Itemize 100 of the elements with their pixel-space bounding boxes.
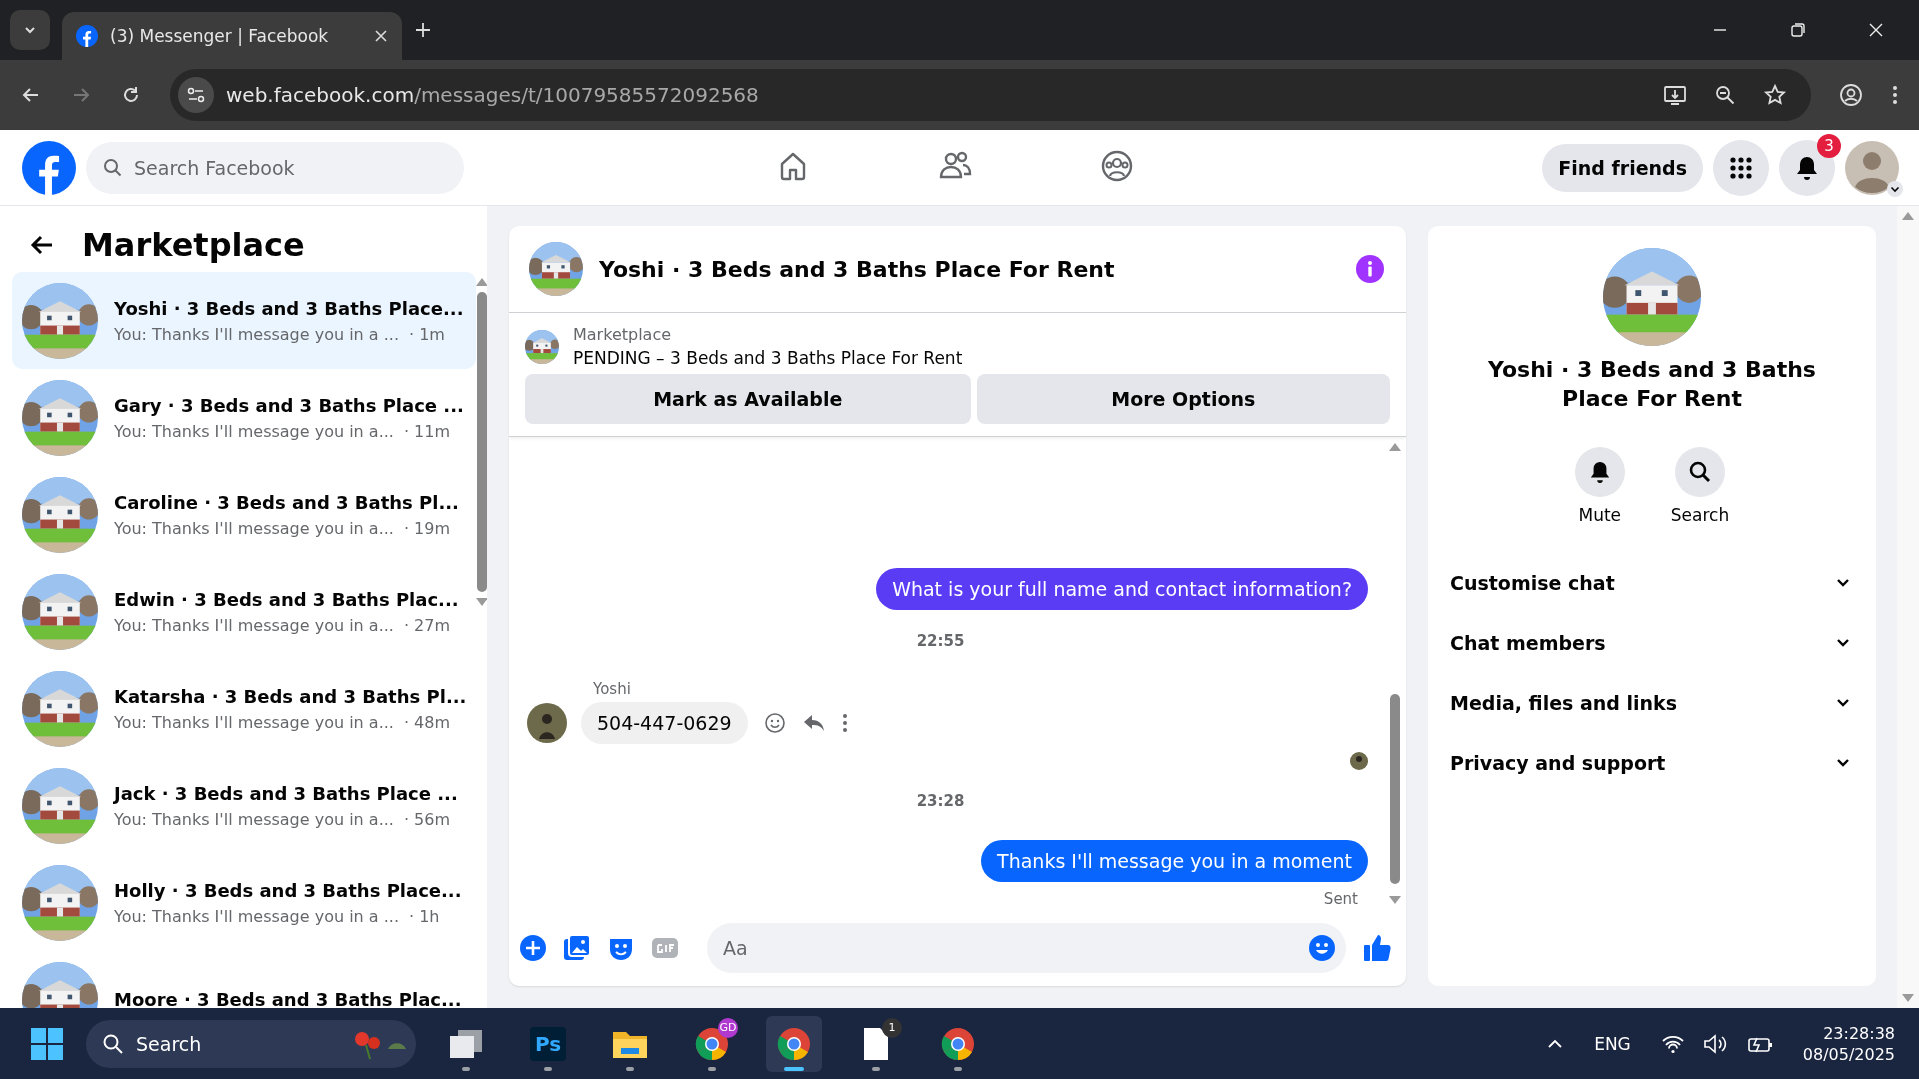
avatar-icon bbox=[1845, 140, 1899, 195]
action-label: Search bbox=[1670, 505, 1730, 526]
conversation-item[interactable]: Jack · 3 Beds and 3 Baths Place ... You: Thanks I'll message you in a... · 56m bbox=[12, 757, 477, 854]
scrollbar[interactable] bbox=[1897, 206, 1919, 1008]
message-field[interactable]: Aa bbox=[707, 923, 1346, 973]
taskbar-app[interactable]: GD bbox=[684, 1015, 740, 1072]
windows-icon bbox=[448, 1027, 484, 1060]
listing-button[interactable]: More Options bbox=[976, 374, 1390, 424]
scroll-down-icon[interactable] bbox=[476, 598, 487, 606]
account-button[interactable] bbox=[1845, 138, 1903, 197]
conversation-title: Yoshi · 3 Beds and 3 Baths Place... bbox=[114, 297, 464, 319]
scroll-thumb[interactable] bbox=[477, 292, 487, 592]
site-settings-icon[interactable] bbox=[178, 77, 214, 113]
conversation-item[interactable]: Gary · 3 Beds and 3 Baths Place ... You: Thanks I'll message you in a... · 11m bbox=[12, 369, 477, 466]
emoji-icon[interactable] bbox=[1308, 934, 1336, 962]
tab-title: (3) Messenger | Facebook bbox=[110, 26, 330, 46]
scroll-down-icon[interactable] bbox=[1389, 896, 1401, 904]
grid-icon bbox=[1729, 155, 1753, 180]
listing-source: Marketplace bbox=[573, 325, 673, 344]
timestamp: 23:28 bbox=[916, 792, 965, 810]
clock-date: 08/05/2025 bbox=[1802, 1044, 1895, 1064]
message-preview: You: Thanks I'll message you in a... bbox=[114, 421, 394, 441]
photoshop-icon: Ps bbox=[530, 1026, 566, 1061]
action-button[interactable] bbox=[1675, 447, 1725, 498]
conversation-item[interactable]: Yoshi · 3 Beds and 3 Baths Place... You: Thanks I'll message you in a ... · 1m bbox=[12, 272, 477, 369]
bell-icon bbox=[1795, 154, 1819, 181]
profile-icon[interactable] bbox=[1839, 83, 1863, 107]
address-bar[interactable]: web.facebook.com/messages/t/10079585572092568 bbox=[170, 69, 1811, 121]
conversation-item[interactable]: Katarsha · 3 Beds and 3 Baths Pl... You: Thanks I'll message you in a... · 48m bbox=[12, 660, 477, 757]
message-preview: You: Thanks I'll message you in a... bbox=[114, 518, 394, 538]
seen-avatar bbox=[1350, 752, 1368, 770]
menu-icon[interactable] bbox=[1891, 83, 1899, 107]
section-header[interactable]: Privacy and support bbox=[1448, 733, 1856, 794]
browser-tab[interactable]: (3) Messenger | Facebook bbox=[62, 12, 402, 60]
close-icon[interactable] bbox=[374, 29, 388, 43]
wifi-icon[interactable] bbox=[1660, 1033, 1685, 1054]
message-time: · 1h bbox=[409, 906, 440, 926]
language-indicator[interactable]: ENG bbox=[1594, 1033, 1631, 1054]
message-time: · 48m bbox=[403, 712, 451, 732]
conversation-item[interactable]: Edwin · 3 Beds and 3 Baths Plac... You: Thanks I'll message you in a... · 27m bbox=[12, 563, 477, 660]
gallery-icon[interactable] bbox=[563, 934, 591, 962]
conversation-item[interactable]: Holly · 3 Beds and 3 Baths Place... You: Thanks I'll message you in a ... · 1h bbox=[12, 854, 477, 951]
app-badge: 1 bbox=[882, 1017, 902, 1038]
message-time: · 11m bbox=[403, 421, 451, 441]
smiley-icon[interactable] bbox=[763, 712, 786, 734]
timestamp: 22:55 bbox=[916, 632, 965, 650]
info-icon[interactable] bbox=[1356, 255, 1384, 283]
facebook-logo[interactable] bbox=[22, 140, 76, 195]
install-app-icon[interactable] bbox=[1663, 83, 1687, 107]
search-icon bbox=[102, 156, 124, 179]
document-icon bbox=[861, 1025, 891, 1062]
new-tab-icon[interactable] bbox=[414, 21, 432, 39]
chat-title: Yoshi · 3 Beds and 3 Baths Place For Rent bbox=[599, 256, 1115, 282]
delivery-status: Sent bbox=[1323, 890, 1359, 908]
taskbar-app[interactable]: 1 bbox=[848, 1015, 904, 1072]
more-icon[interactable] bbox=[841, 712, 848, 734]
sent-message: Thanks I'll message you in a moment bbox=[981, 840, 1368, 882]
find-friends-button[interactable]: Find friends bbox=[1542, 143, 1703, 192]
chrome-icon bbox=[776, 1025, 812, 1062]
taskbar-app[interactable]: Ps bbox=[520, 1015, 576, 1072]
restore-icon[interactable] bbox=[1790, 22, 1806, 38]
scroll-down-icon[interactable] bbox=[1902, 994, 1914, 1002]
bell-icon bbox=[1588, 460, 1611, 485]
section-header[interactable]: Customise chat bbox=[1448, 553, 1856, 614]
app-badge: GD bbox=[718, 1017, 738, 1038]
scroll-thumb[interactable] bbox=[1390, 694, 1400, 884]
message-time: · 19m bbox=[403, 518, 451, 538]
taskbar-search[interactable]: Search bbox=[86, 1019, 416, 1068]
speaker-icon[interactable] bbox=[1702, 1033, 1729, 1054]
url-text: web.facebook.com/messages/t/10079585572092568 bbox=[226, 83, 759, 107]
close-icon[interactable] bbox=[1868, 22, 1884, 38]
message-preview: You: Thanks I'll message you in a... bbox=[114, 712, 394, 732]
action-label: Mute bbox=[1578, 505, 1622, 526]
conversation-title: Katarsha · 3 Beds and 3 Baths Pl... bbox=[114, 685, 467, 707]
notifications-button[interactable] bbox=[1779, 139, 1835, 196]
thumbs-up-icon[interactable] bbox=[1362, 933, 1392, 963]
notification-badge: 3 bbox=[1817, 133, 1841, 158]
scroll-up-icon[interactable] bbox=[1902, 212, 1914, 220]
listing-button[interactable]: Mark as Available bbox=[525, 374, 971, 424]
plus-icon[interactable] bbox=[519, 934, 547, 962]
message-time: · 56m bbox=[403, 809, 451, 829]
message-preview: You: Thanks I'll message you in a... bbox=[114, 615, 394, 635]
message-time: · 1m bbox=[409, 324, 445, 344]
taskbar-app[interactable] bbox=[766, 1015, 822, 1072]
conversation-title: Moore · 3 Beds and 3 Baths Plac... bbox=[114, 989, 462, 1008]
sender-avatar bbox=[527, 703, 567, 743]
search-field[interactable]: Search Facebook bbox=[86, 141, 464, 194]
section-header[interactable]: Media, files and links bbox=[1448, 673, 1856, 734]
message-preview: You: Thanks I'll message you in a ... bbox=[114, 324, 399, 344]
scroll-up-icon[interactable] bbox=[476, 278, 487, 286]
scroll-up-icon[interactable] bbox=[1389, 443, 1401, 451]
star-icon[interactable] bbox=[1763, 83, 1787, 107]
conversation-title: Caroline · 3 Beds and 3 Baths Pl... bbox=[114, 491, 459, 513]
conversation-title: Jack · 3 Beds and 3 Baths Place ... bbox=[114, 782, 458, 804]
zoom-icon[interactable] bbox=[1713, 83, 1737, 107]
start-icon[interactable] bbox=[30, 1026, 64, 1061]
search-icon bbox=[102, 1032, 124, 1055]
message-preview: You: Thanks I'll message you in a ... bbox=[114, 906, 399, 926]
conversation-item[interactable]: Caroline · 3 Beds and 3 Baths Pl... You: Thanks I'll message you in a... · 19m bbox=[12, 466, 477, 563]
section-header[interactable]: Chat members bbox=[1448, 613, 1856, 674]
